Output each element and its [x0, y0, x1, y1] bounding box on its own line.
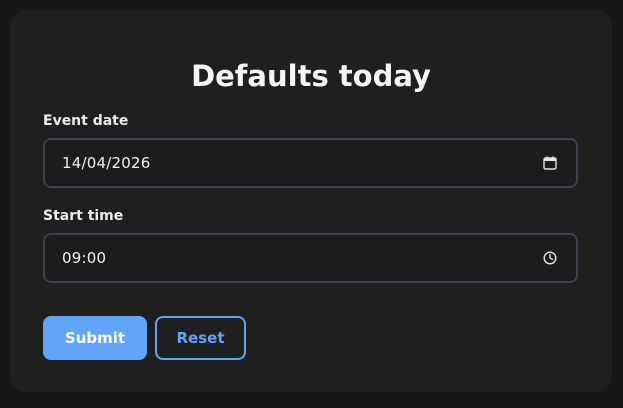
- form-card: Defaults today Event date 14/04/2026 Sta…: [10, 10, 612, 392]
- event-date-input[interactable]: 14/04/2026: [43, 138, 578, 188]
- start-time-value: 09:00: [62, 249, 107, 267]
- form-title: Defaults today: [191, 59, 431, 93]
- event-date-value: 14/04/2026: [62, 154, 151, 172]
- calendar-icon[interactable]: [542, 155, 558, 171]
- clock-icon[interactable]: [542, 250, 558, 266]
- event-date-label: Event date: [43, 113, 129, 129]
- start-time-input[interactable]: 09:00: [43, 233, 578, 283]
- start-time-label: Start time: [43, 208, 124, 224]
- reset-button[interactable]: Reset: [155, 316, 246, 360]
- submit-button[interactable]: Submit: [43, 316, 147, 360]
